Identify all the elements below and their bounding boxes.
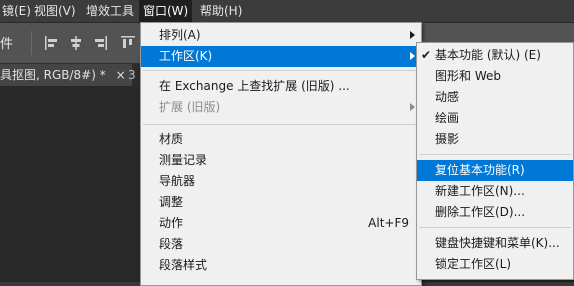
- submenu-item-motion[interactable]: 动感: [417, 87, 573, 108]
- menu-item-extensions: 扩展 (旧版): [141, 97, 421, 118]
- checkmark-icon: ✔: [421, 48, 432, 62]
- menu-window[interactable]: 窗口(W): [139, 0, 193, 22]
- submenu-item-photography[interactable]: 摄影: [417, 129, 573, 150]
- menu-divider: [143, 124, 419, 125]
- align-horizontal-centers-icon[interactable]: [68, 35, 84, 51]
- menu-item-adjustments[interactable]: 调整: [141, 192, 421, 213]
- menu-view[interactable]: 视图(V): [30, 0, 80, 22]
- submenu-arrow-icon: [410, 52, 415, 60]
- menu-plugins[interactable]: 增效工具: [82, 0, 138, 22]
- menu-item-materials[interactable]: 材质: [141, 129, 421, 150]
- document-tab-current[interactable]: 具抠图, RGB/8#) * ×: [0, 64, 132, 86]
- submenu-item-graphic-web[interactable]: 图形和 Web: [417, 66, 573, 87]
- menu-item-paragraph[interactable]: 段落: [141, 234, 421, 255]
- menu-bar: 镜(E) 视图(V) 增效工具 窗口(W) 帮助(H): [0, 0, 574, 23]
- menu-divider: [419, 154, 571, 155]
- submenu-item-reset-essentials[interactable]: 复位基本功能(R): [417, 160, 573, 181]
- menu-divider: [143, 70, 419, 71]
- menu-item-measurement-log[interactable]: 测量记录: [141, 150, 421, 171]
- menu-item-workspace[interactable]: 工作区(K): [141, 46, 421, 67]
- options-label: 件: [0, 37, 14, 52]
- align-right-edges-icon[interactable]: [92, 35, 108, 51]
- close-tab-icon[interactable]: ×: [116, 68, 126, 82]
- submenu-item-painting[interactable]: 绘画: [417, 108, 573, 129]
- menu-item-find-extensions[interactable]: 在 Exchange 上查找扩展 (旧版) ...: [141, 76, 421, 97]
- menu-help[interactable]: 帮助(H): [196, 0, 246, 22]
- submenu-item-delete-workspace[interactable]: 删除工作区(D)...: [417, 202, 573, 223]
- options-separator: [31, 31, 32, 55]
- window-menu: 排列(A) 工作区(K) 在 Exchange 上查找扩展 (旧版) ... 扩…: [140, 22, 422, 286]
- menu-item-paragraph-styles[interactable]: 段落样式: [141, 255, 421, 276]
- submenu-item-new-workspace[interactable]: 新建工作区(N)...: [417, 181, 573, 202]
- menu-item-arrange[interactable]: 排列(A): [141, 25, 421, 46]
- submenu-arrow-icon: [410, 31, 415, 39]
- workspace-submenu: ✔ 基本功能 (默认) (E) 图形和 Web 动感 绘画 摄影 复位基本功能(…: [416, 42, 574, 280]
- align-left-edges-icon[interactable]: [44, 35, 60, 51]
- submenu-item-essentials[interactable]: ✔ 基本功能 (默认) (E): [417, 45, 573, 66]
- menu-item-navigator[interactable]: 导航器: [141, 171, 421, 192]
- document-tab-next[interactable]: 3: [128, 64, 136, 86]
- menu-item-actions[interactable]: 动作 Alt+F9: [141, 213, 421, 234]
- document-tab-title: 具抠图, RGB/8#) *: [0, 68, 106, 82]
- shortcut-label: Alt+F9: [368, 216, 409, 230]
- menu-divider: [419, 227, 571, 228]
- submenu-item-keyboard-shortcuts[interactable]: 键盘快捷键和菜单(K)...: [417, 233, 573, 254]
- submenu-item-lock-workspace[interactable]: 锁定工作区(L): [417, 254, 573, 275]
- align-top-edges-icon[interactable]: [120, 35, 136, 51]
- submenu-arrow-icon: [410, 103, 415, 111]
